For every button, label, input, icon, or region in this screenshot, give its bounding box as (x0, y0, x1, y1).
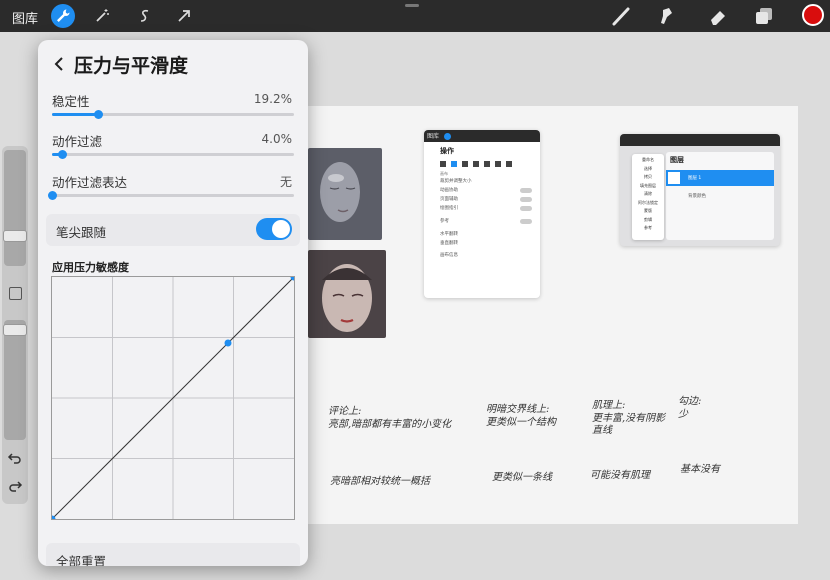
mini-gallery-label: 图库 (427, 133, 440, 140)
stabilization-label: 稳定性 (52, 94, 90, 109)
transform-arrow-icon[interactable] (172, 4, 196, 28)
mini-menu-item: 选择 (644, 165, 652, 171)
top-toolbar: 图库 (0, 0, 830, 32)
mini-wrench-icon (444, 133, 451, 140)
color-picker-button[interactable] (802, 4, 824, 26)
selection-icon[interactable] (133, 4, 157, 28)
mini-layer-menu: 重命名 选择 拷贝 填充图层 清除 阿尔法锁定 蒙版 剪辑 参考 (632, 154, 664, 240)
slider-knob[interactable] (48, 191, 57, 200)
mini-menu-item: 参考 (644, 225, 652, 230)
motion-filtering-expression-slider[interactable] (48, 191, 294, 200)
mini-actions-item: 页面辅助 (440, 197, 458, 202)
reference-layers-screenshot: 图层 图层 1 背景颜色 重命名 选择 拷贝 填充图层 清除 阿尔法锁定 蒙版 … (620, 134, 780, 246)
opacity-slider[interactable] (4, 320, 26, 440)
handwritten-note: 更类似一条线 (492, 472, 552, 483)
panel-title: 压力与平滑度 (74, 55, 189, 77)
handwritten-note: 肌理上: 更丰富,没有阴影 直线 (592, 400, 666, 436)
pressure-curve-title: 应用压力敏感度 (52, 261, 129, 274)
curve-point-mid[interactable] (224, 339, 232, 347)
magic-wand-icon[interactable] (90, 4, 114, 28)
mini-menu-item: 清除 (644, 191, 652, 196)
gallery-button[interactable]: 图库 (12, 8, 38, 27)
slider-knob[interactable] (94, 110, 103, 119)
pencil-tip-follow-label: 笔尖跟随 (56, 225, 107, 240)
handwritten-note: 评论上: 亮部,暗部都有丰富的小变化 (328, 406, 452, 430)
mini-actions-item: 水平翻转 (440, 232, 458, 237)
drawing-canvas[interactable]: 图库 操作 画布 裁剪并调整大小 动画协助 页面辅助 绘图指引 参考 水平翻转 … (300, 106, 798, 524)
mini-actions-item: 绘图指引 (440, 206, 458, 211)
handwritten-note: 亮暗部相对较统一概括 (330, 476, 430, 487)
brush-icon[interactable] (608, 3, 634, 29)
mini-actions-title: 操作 (440, 147, 454, 155)
motion-filtering-label: 动作过滤 (52, 134, 103, 149)
handwritten-note: 可能没有肌理 (590, 470, 650, 481)
handwritten-note: 明暗交界线上: 更类似一个结构 (486, 404, 556, 428)
mini-layers-title: 图层 (670, 156, 684, 164)
pencil-tip-follow-row: 笔尖跟随 (46, 214, 300, 246)
handwritten-note: 勾边: 少 (678, 396, 702, 420)
reference-actions-screenshot: 图库 操作 画布 裁剪并调整大小 动画协助 页面辅助 绘图指引 参考 水平翻转 … (424, 130, 540, 298)
reset-all-button[interactable]: 全部重置 (46, 543, 300, 566)
undo-icon[interactable] (7, 450, 23, 466)
motion-filtering-slider[interactable] (52, 150, 294, 159)
mini-actions-tabs (440, 161, 534, 167)
mini-actions-item: 画布信息 (440, 253, 458, 258)
mini-layer-1: 图层 1 (666, 170, 774, 186)
drag-handle[interactable] (405, 4, 419, 7)
stabilization-value: 19.2% (253, 92, 292, 106)
left-sidebar (2, 146, 28, 504)
mini-actions-item: 垂直翻转 (440, 241, 458, 246)
mini-actions-item: 裁剪并调整大小 (440, 179, 472, 184)
mini-menu-item: 填充图层 (640, 182, 656, 188)
redo-icon[interactable] (7, 478, 23, 494)
brush-size-handle[interactable] (3, 230, 27, 242)
slider-knob[interactable] (58, 150, 67, 159)
pencil-tip-follow-toggle[interactable] (256, 218, 292, 240)
stabilization-slider[interactable] (52, 110, 294, 119)
mini-actions-item: 参考 (440, 219, 449, 224)
portrait-image-2 (308, 250, 386, 338)
motion-filtering-expression-label: 动作过滤表达 (52, 175, 128, 190)
smudge-icon[interactable] (652, 3, 678, 29)
brush-size-slider[interactable] (4, 150, 26, 266)
back-chevron-icon[interactable] (52, 52, 66, 76)
opacity-handle[interactable] (3, 324, 27, 336)
mini-menu-item: 拷贝 (644, 174, 652, 179)
mini-menu-item: 重命名 (642, 157, 654, 162)
mini-menu-item: 剪辑 (644, 216, 652, 222)
portrait-image-1 (308, 148, 382, 240)
mini-layer-1-name: 图层 1 (688, 176, 702, 181)
motion-filtering-value: 4.0% (261, 132, 293, 146)
handwritten-note: 基本没有 (680, 464, 720, 475)
layers-icon[interactable] (751, 3, 777, 29)
mini-menu-item: 蒙版 (644, 208, 652, 213)
mini-background-layer: 背景颜色 (688, 194, 706, 199)
eraser-icon[interactable] (705, 3, 731, 29)
eyedropper-button[interactable] (9, 287, 22, 300)
reset-all-label: 全部重置 (56, 554, 107, 566)
motion-filtering-expression-value: 无 (279, 175, 292, 189)
pressure-curve-editor[interactable] (48, 273, 298, 523)
mini-actions-item: 动画协助 (440, 188, 458, 193)
wrench-icon[interactable] (51, 4, 75, 28)
mini-menu-item: 阿尔法锁定 (638, 199, 658, 205)
pressure-smoothing-panel: 压力与平滑度 稳定性 19.2% 动作过滤 4.0% 动作过滤表达 无 笔尖跟随… (38, 40, 308, 566)
